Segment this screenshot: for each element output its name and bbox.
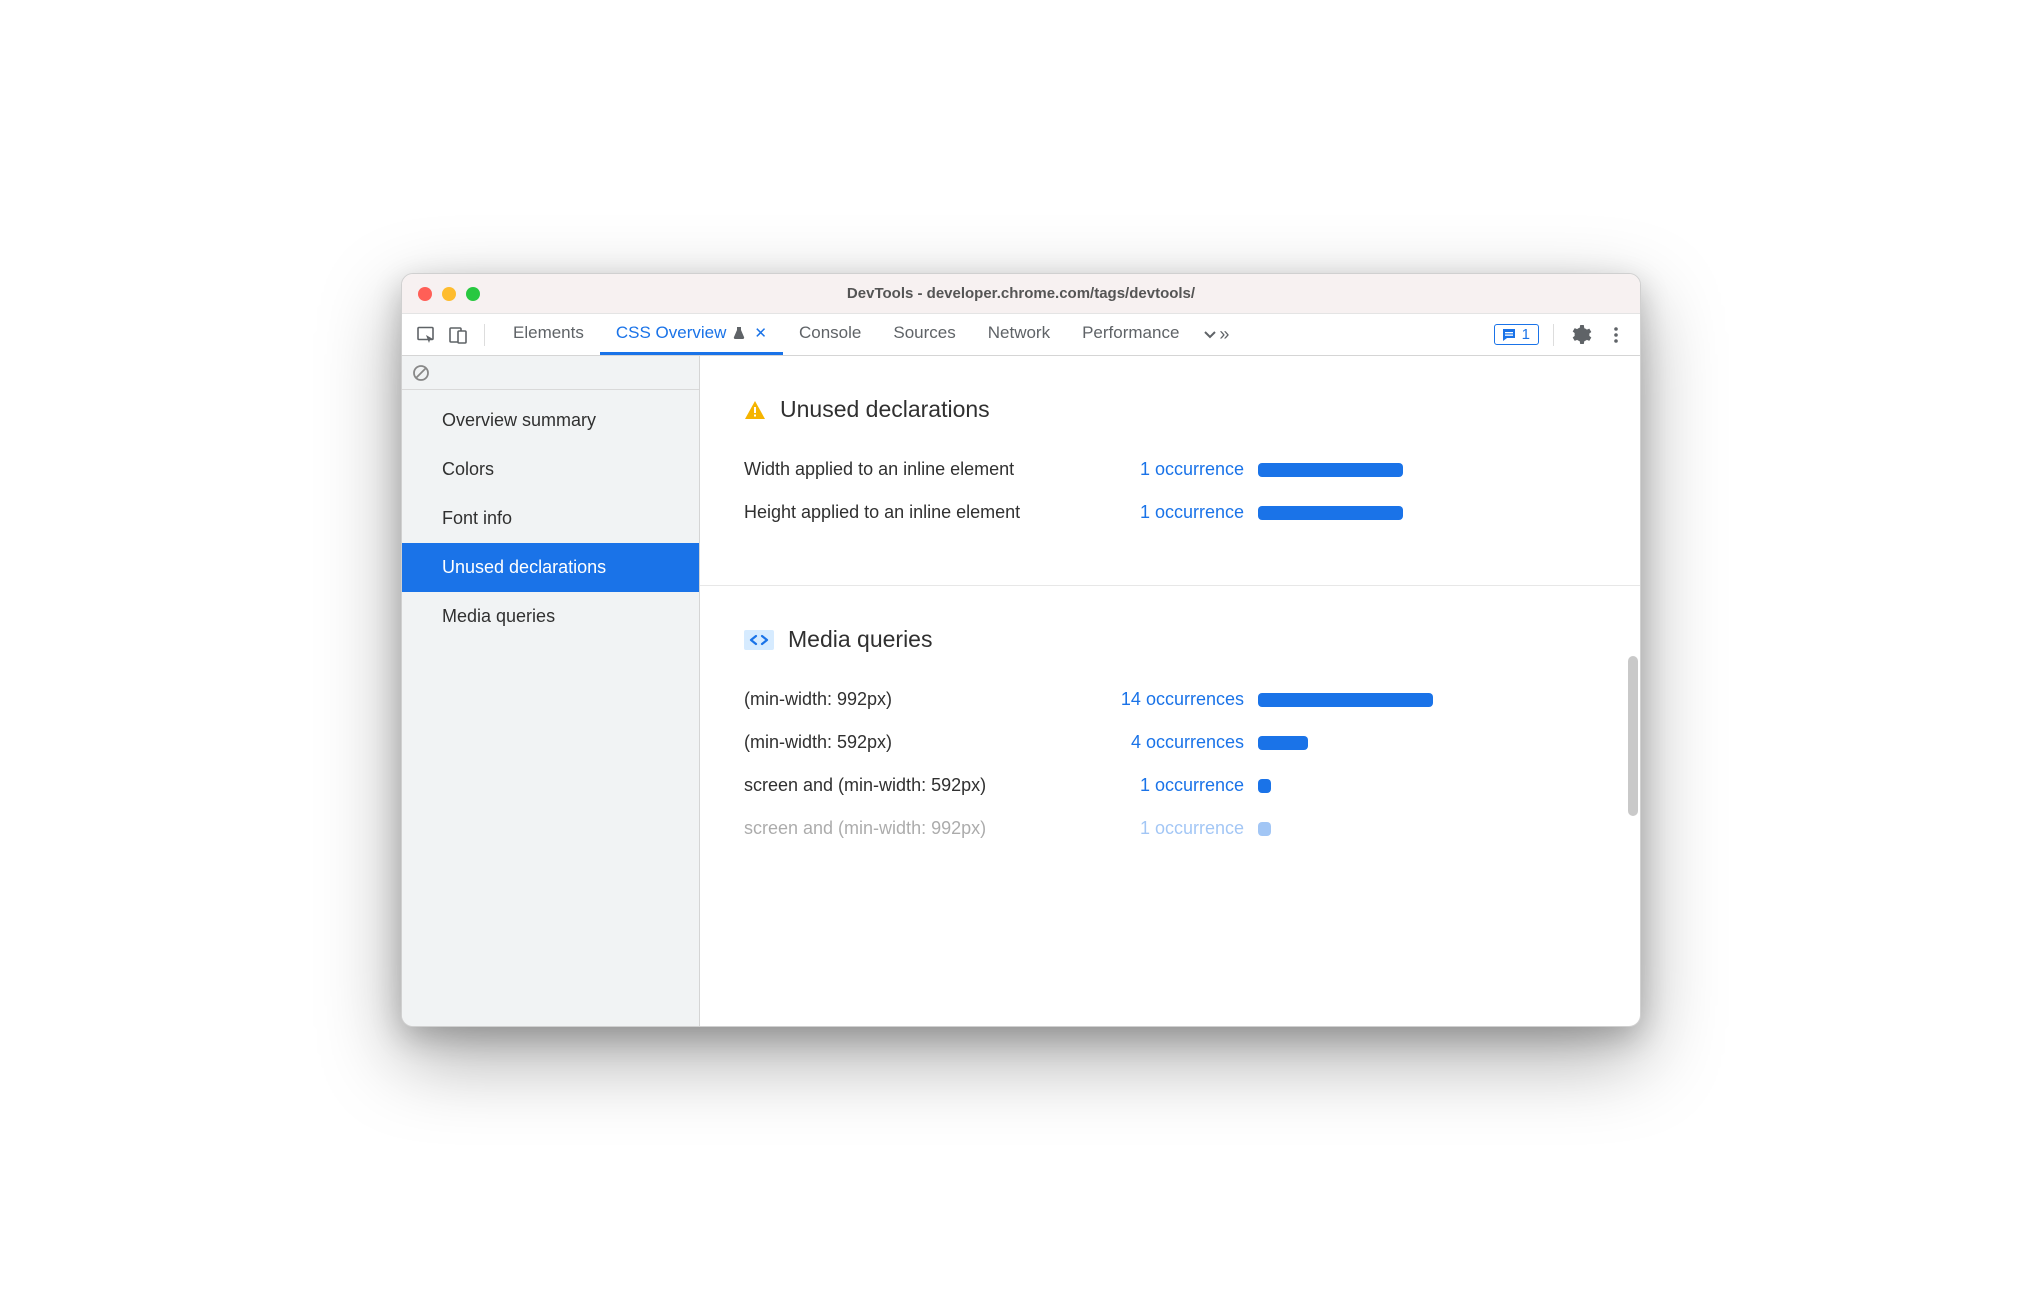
- media-row: (min-width: 992px) 14 occurrences: [744, 689, 1596, 710]
- section-unused-declarations: Unused declarations Width applied to an …: [744, 396, 1596, 585]
- occurrence-link[interactable]: 1 occurrence: [1094, 502, 1244, 523]
- warning-icon: [744, 399, 766, 421]
- unused-row: Width applied to an inline element 1 occ…: [744, 459, 1596, 480]
- section-title: Unused declarations: [780, 396, 990, 423]
- maximize-window-button[interactable]: [466, 287, 480, 301]
- close-tab-icon[interactable]: ✕: [754, 324, 767, 342]
- row-label: Height applied to an inline element: [744, 502, 1094, 523]
- unused-row: Height applied to an inline element 1 oc…: [744, 502, 1596, 523]
- content-pane[interactable]: Unused declarations Width applied to an …: [700, 356, 1640, 1026]
- tab-performance[interactable]: Performance: [1066, 314, 1195, 355]
- media-row: screen and (min-width: 592px) 1 occurren…: [744, 775, 1596, 796]
- occurrence-link[interactable]: 14 occurrences: [1094, 689, 1244, 710]
- occurrence-link[interactable]: 1 occurrence: [1094, 818, 1244, 839]
- sidebar-item-overview-summary[interactable]: Overview summary: [402, 396, 699, 445]
- scrollbar-thumb[interactable]: [1628, 656, 1638, 816]
- sidebar-toolbar: [402, 356, 699, 390]
- window-title: DevTools - developer.chrome.com/tags/dev…: [402, 285, 1640, 302]
- row-bar: [1258, 506, 1403, 520]
- row-label: (min-width: 592px): [744, 732, 1094, 753]
- settings-icon[interactable]: [1568, 321, 1596, 349]
- flask-icon: [732, 326, 746, 340]
- sidebar-item-colors[interactable]: Colors: [402, 445, 699, 494]
- main-area: Overview summary Colors Font info Unused…: [402, 356, 1640, 1026]
- window-controls: [402, 287, 480, 301]
- devtools-toolbar: Elements CSS Overview ✕ Console Sources …: [402, 314, 1640, 356]
- sidebar-item-media-queries[interactable]: Media queries: [402, 592, 699, 641]
- tab-label: CSS Overview: [616, 323, 727, 343]
- feedback-count: 1: [1522, 326, 1530, 343]
- sidebar-list: Overview summary Colors Font info Unused…: [402, 390, 699, 641]
- panel-tabs: Elements CSS Overview ✕ Console Sources …: [497, 314, 1490, 355]
- row-label: screen and (min-width: 992px): [744, 818, 1094, 839]
- row-label: screen and (min-width: 592px): [744, 775, 1094, 796]
- tab-label: Sources: [893, 323, 955, 343]
- row-label: Width applied to an inline element: [744, 459, 1094, 480]
- section-separator: [700, 585, 1640, 586]
- media-row: screen and (min-width: 992px) 1 occurren…: [744, 818, 1596, 839]
- window-titlebar: DevTools - developer.chrome.com/tags/dev…: [402, 274, 1640, 314]
- chat-icon: [1501, 327, 1517, 343]
- tab-label: Console: [799, 323, 861, 343]
- row-bar: [1258, 736, 1308, 750]
- clear-icon[interactable]: [412, 364, 430, 382]
- more-menu-icon[interactable]: [1602, 321, 1630, 349]
- close-window-button[interactable]: [418, 287, 432, 301]
- sidebar-item-font-info[interactable]: Font info: [402, 494, 699, 543]
- tab-label: Elements: [513, 323, 584, 343]
- device-toggle-icon[interactable]: [444, 321, 472, 349]
- tab-label: Network: [988, 323, 1050, 343]
- sidebar-item-label: Media queries: [442, 606, 555, 626]
- tab-elements[interactable]: Elements: [497, 314, 600, 355]
- sidebar: Overview summary Colors Font info Unused…: [402, 356, 700, 1026]
- row-label: (min-width: 992px): [744, 689, 1094, 710]
- devtools-window: DevTools - developer.chrome.com/tags/dev…: [401, 273, 1641, 1027]
- sidebar-item-label: Font info: [442, 508, 512, 528]
- occurrence-link[interactable]: 1 occurrence: [1094, 775, 1244, 796]
- sidebar-item-label: Unused declarations: [442, 557, 606, 577]
- more-tabs-icon[interactable]: »: [1201, 321, 1229, 349]
- row-bar: [1258, 779, 1271, 793]
- tab-label: Performance: [1082, 323, 1179, 343]
- sidebar-item-label: Overview summary: [442, 410, 596, 430]
- tab-sources[interactable]: Sources: [877, 314, 971, 355]
- toolbar-divider: [1553, 324, 1554, 346]
- media-row: (min-width: 592px) 4 occurrences: [744, 732, 1596, 753]
- sidebar-item-label: Colors: [442, 459, 494, 479]
- media-queries-icon: [744, 630, 774, 650]
- row-bar: [1258, 693, 1433, 707]
- sidebar-item-unused-declarations[interactable]: Unused declarations: [402, 543, 699, 592]
- minimize-window-button[interactable]: [442, 287, 456, 301]
- occurrence-link[interactable]: 1 occurrence: [1094, 459, 1244, 480]
- row-bar: [1258, 822, 1271, 836]
- section-media-queries: Media queries (min-width: 992px) 14 occu…: [744, 626, 1596, 901]
- tab-css-overview[interactable]: CSS Overview ✕: [600, 314, 783, 355]
- feedback-badge[interactable]: 1: [1494, 324, 1539, 345]
- tab-network[interactable]: Network: [972, 314, 1066, 355]
- occurrence-link[interactable]: 4 occurrences: [1094, 732, 1244, 753]
- tab-console[interactable]: Console: [783, 314, 877, 355]
- row-bar: [1258, 463, 1403, 477]
- toolbar-divider: [484, 324, 485, 346]
- section-title: Media queries: [788, 626, 932, 653]
- toolbar-right: 1: [1494, 321, 1630, 349]
- inspect-element-icon[interactable]: [412, 321, 440, 349]
